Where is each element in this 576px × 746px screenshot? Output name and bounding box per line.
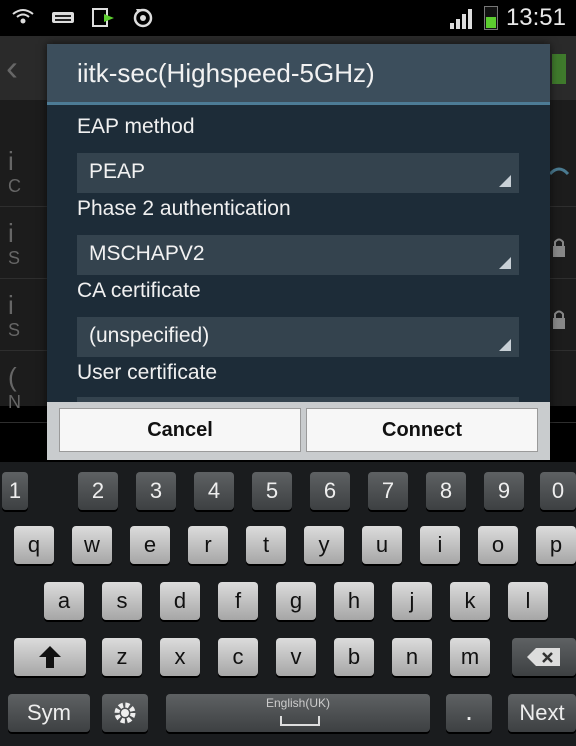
phase2-auth-dropdown[interactable]: MSCHAPV2	[77, 235, 519, 275]
wifi-row-name: i	[8, 146, 14, 176]
eap-method-dropdown[interactable]: PEAP	[77, 153, 519, 193]
notification-icons	[10, 6, 156, 28]
key-o[interactable]: o	[478, 526, 518, 564]
ca-certificate-value: (unspecified)	[89, 324, 210, 347]
phase2-auth-label: Phase 2 authentication	[77, 197, 291, 220]
shift-arrow-icon	[39, 646, 61, 668]
key-0[interactable]: 0	[540, 472, 576, 510]
key-8[interactable]: 8	[426, 472, 466, 510]
key-w[interactable]: w	[72, 526, 112, 564]
signal-strength-icon	[449, 9, 472, 29]
backspace-key[interactable]	[512, 638, 576, 676]
status-right: 13:51	[446, 4, 566, 32]
phase2-auth-value: MSCHAPV2	[89, 242, 205, 265]
wifi-row-status: C	[8, 176, 21, 196]
space-key[interactable]: English(UK)	[166, 694, 430, 732]
lock-icon	[553, 310, 565, 329]
key-n[interactable]: n	[392, 638, 432, 676]
key-u[interactable]: u	[362, 526, 402, 564]
eap-method-label: EAP method	[77, 115, 195, 138]
lock-icon	[553, 238, 565, 257]
wifi-signal-icon	[548, 167, 570, 176]
wifi-row-name: (	[8, 362, 17, 392]
dropdown-corner-icon	[499, 257, 511, 269]
download-icon	[92, 8, 114, 27]
key-m[interactable]: m	[450, 638, 490, 676]
keyboard-icon	[52, 12, 74, 23]
key-2[interactable]: 2	[78, 472, 118, 510]
key-5[interactable]: 5	[252, 472, 292, 510]
key-h[interactable]: h	[334, 582, 374, 620]
settings-key[interactable]	[102, 694, 148, 732]
key-7[interactable]: 7	[368, 472, 408, 510]
key-g[interactable]: g	[276, 582, 316, 620]
key-l[interactable]: l	[508, 582, 548, 620]
wifi-row-status: N	[8, 392, 21, 412]
key-q[interactable]: q	[14, 526, 54, 564]
key-r[interactable]: r	[188, 526, 228, 564]
next-key[interactable]: Next	[508, 694, 576, 732]
key-s[interactable]: s	[102, 582, 142, 620]
sym-key[interactable]: Sym	[8, 694, 90, 732]
sync-icon	[133, 8, 153, 28]
key-6[interactable]: 6	[310, 472, 350, 510]
key-p[interactable]: p	[536, 526, 576, 564]
key-k[interactable]: k	[450, 582, 490, 620]
soft-keyboard: 1 2 3 4 5 6 7 8 9 0 q w e r t y u i o p …	[0, 462, 576, 746]
connect-button[interactable]: Connect	[306, 408, 538, 452]
wifi-row-status: S	[8, 248, 21, 268]
gear-icon	[114, 702, 136, 724]
wifi-row-status: S	[8, 320, 21, 340]
key-y[interactable]: y	[304, 526, 344, 564]
key-x[interactable]: x	[160, 638, 200, 676]
wifi-connect-dialog: iitk-sec(Highspeed-5GHz) EAP method PEAP…	[47, 44, 550, 460]
dropdown-corner-icon	[499, 339, 511, 351]
period-key[interactable]: .	[446, 694, 492, 732]
key-t[interactable]: t	[246, 526, 286, 564]
user-certificate-label: User certificate	[77, 361, 218, 384]
wifi-row-name: i	[8, 290, 14, 320]
period-glyph: .	[465, 695, 473, 726]
dialog-body: EAP method PEAP Phase 2 authentication M…	[47, 105, 550, 402]
key-d[interactable]: d	[160, 582, 200, 620]
status-bar: 13:51	[0, 0, 576, 36]
space-bar-icon	[280, 716, 320, 726]
key-c[interactable]: c	[218, 638, 258, 676]
ca-certificate-dropdown[interactable]: (unspecified)	[77, 317, 519, 357]
back-arrow-icon: ‹	[6, 47, 18, 88]
wifi-toggle	[552, 54, 566, 84]
key-b[interactable]: b	[334, 638, 374, 676]
battery-icon	[483, 6, 498, 30]
key-1[interactable]: 1	[2, 472, 28, 510]
wifi-hotspot-icon	[12, 9, 34, 24]
dialog-title: iitk-sec(Highspeed-5GHz)	[77, 58, 375, 88]
key-v[interactable]: v	[276, 638, 316, 676]
key-4[interactable]: 4	[194, 472, 234, 510]
key-e[interactable]: e	[130, 526, 170, 564]
key-a[interactable]: a	[44, 582, 84, 620]
key-i[interactable]: i	[420, 526, 460, 564]
key-j[interactable]: j	[392, 582, 432, 620]
ca-certificate-label: CA certificate	[77, 279, 201, 302]
dialog-button-bar: Cancel Connect	[47, 402, 550, 460]
shift-key[interactable]	[14, 638, 86, 676]
backspace-icon	[527, 648, 560, 666]
status-time: 13:51	[505, 4, 566, 31]
key-3[interactable]: 3	[136, 472, 176, 510]
cancel-button[interactable]: Cancel	[59, 408, 301, 452]
space-language-label: English(UK)	[265, 696, 331, 710]
eap-method-value: PEAP	[89, 160, 146, 183]
battery-level	[485, 17, 496, 28]
dialog-header: iitk-sec(Highspeed-5GHz)	[47, 44, 550, 105]
wifi-row-name: i	[8, 218, 14, 248]
key-f[interactable]: f	[218, 582, 258, 620]
dropdown-corner-icon	[499, 175, 511, 187]
key-z[interactable]: z	[102, 638, 142, 676]
key-9[interactable]: 9	[484, 472, 524, 510]
